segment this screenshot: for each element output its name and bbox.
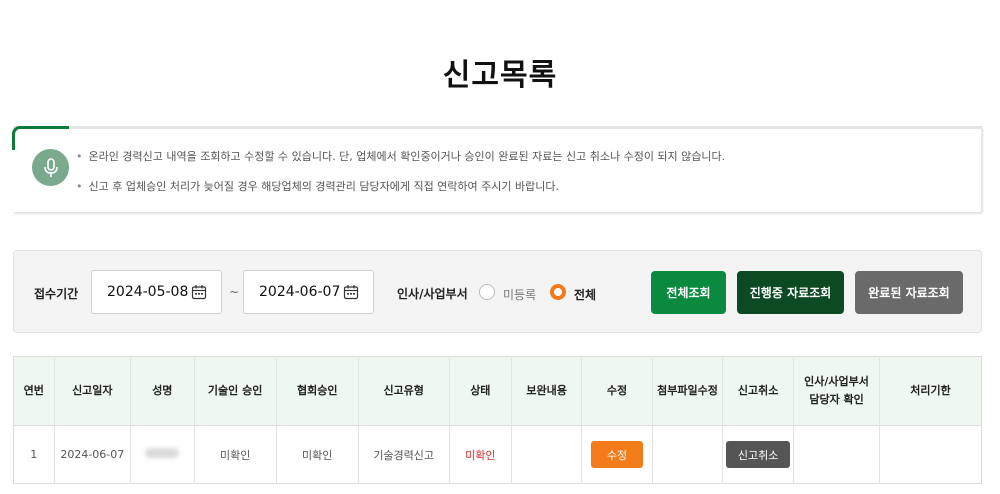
radio-all-label[interactable]: 전체 xyxy=(574,286,596,303)
col-header-report-type: 신고유형 xyxy=(358,356,450,426)
col-header-dept-check: 인사/사업부서 담당자 확인 xyxy=(793,356,881,426)
calendar-icon[interactable] xyxy=(191,284,207,304)
edit-button[interactable]: 수정 xyxy=(591,441,644,468)
search-completed-button[interactable]: 완료된 자료조회 xyxy=(855,271,963,314)
radio-unregistered[interactable] xyxy=(479,284,495,300)
cell-cancel: 신고취소 xyxy=(722,425,795,484)
notice-box: 온라인 경력신고 내역을 조회하고 수정할 수 있습니다. 단, 업체에서 확인… xyxy=(12,126,982,212)
start-date-value: 2024-05-08 xyxy=(107,284,189,300)
cell-attach-edit xyxy=(652,425,724,484)
cell-deadline xyxy=(879,425,982,484)
cell-supplement xyxy=(511,425,583,484)
cell-tech-approval: 미확인 xyxy=(194,425,277,484)
table-header-row: 연번 신고일자 성명 기술인 승인 협회승인 신고유형 상태 보완내용 수정 첨… xyxy=(13,356,982,426)
cell-edit: 수정 xyxy=(581,425,653,484)
end-date-value: 2024-06-07 xyxy=(259,284,341,300)
col-header-status: 상태 xyxy=(449,356,512,426)
cell-date: 2024-06-07 xyxy=(54,425,132,484)
col-header-date: 신고일자 xyxy=(54,356,132,426)
cell-status: 미확인 xyxy=(449,425,512,484)
col-header-assoc-approval: 협회승인 xyxy=(276,356,359,426)
cancel-report-button[interactable]: 신고취소 xyxy=(726,441,791,468)
notice-item: 신고 후 업체승인 처리가 늦어질 경우 해당업체의 경력관리 담당자에게 직접… xyxy=(76,179,725,209)
col-header-cancel: 신고취소 xyxy=(722,356,795,426)
notice-list: 온라인 경력신고 내역을 조회하고 수정할 수 있습니다. 단, 업체에서 확인… xyxy=(76,149,726,209)
redacted-name xyxy=(145,448,180,458)
radio-all[interactable] xyxy=(550,284,566,300)
col-header-attach-edit: 첨부파일수정 xyxy=(652,356,724,426)
calendar-icon[interactable] xyxy=(343,284,359,304)
period-label: 접수기간 xyxy=(34,287,79,301)
cell-dept-check xyxy=(793,425,881,484)
search-panel: 접수기간 2024-05-08 ~ 2024-06-07 인사/사업부서 미등록… xyxy=(13,250,982,333)
col-header-no: 연번 xyxy=(13,356,55,426)
radio-unregistered-label[interactable]: 미등록 xyxy=(503,286,536,303)
search-all-button[interactable]: 전체조회 xyxy=(651,271,726,314)
notice-accent-corner xyxy=(12,126,69,150)
col-header-deadline: 처리기한 xyxy=(879,356,982,426)
col-header-tech-approval: 기술인 승인 xyxy=(194,356,277,426)
cell-no: 1 xyxy=(13,425,55,484)
notice-item: 온라인 경력신고 내역을 조회하고 수정할 수 있습니다. 단, 업체에서 확인… xyxy=(76,149,726,179)
table-row: 1 2024-06-07 미확인 미확인 기술경력신고 미확인 수정 신고취소 xyxy=(13,425,982,484)
cell-assoc-approval: 미확인 xyxy=(276,425,359,484)
cell-report-type: 기술경력신고 xyxy=(358,425,450,484)
col-header-supplement: 보완내용 xyxy=(511,356,583,426)
cell-name xyxy=(130,425,195,484)
start-date-field[interactable]: 2024-05-08 xyxy=(91,270,222,314)
page-title: 신고목록 xyxy=(442,58,558,93)
report-table: 연번 신고일자 성명 기술인 승인 협회승인 신고유형 상태 보완내용 수정 첨… xyxy=(13,356,982,484)
date-separator: ~ xyxy=(229,285,240,299)
search-in-progress-button[interactable]: 진행중 자료조회 xyxy=(737,271,844,314)
dept-label: 인사/사업부서 xyxy=(397,287,468,301)
col-header-name: 성명 xyxy=(130,356,195,426)
microphone-icon xyxy=(32,149,69,186)
end-date-field[interactable]: 2024-06-07 xyxy=(243,270,374,314)
col-header-edit: 수정 xyxy=(581,356,653,426)
